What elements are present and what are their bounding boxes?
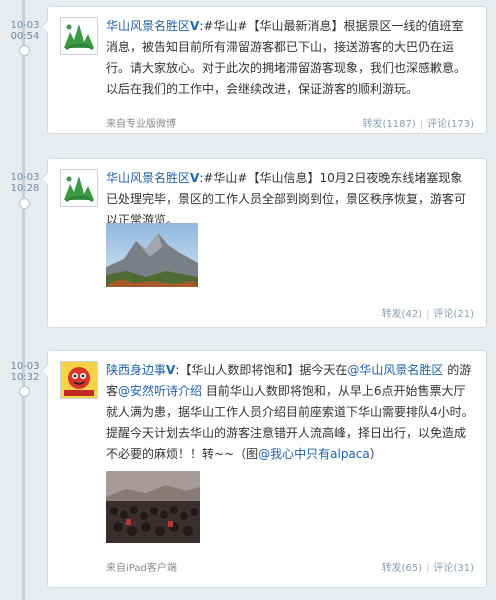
mountain-logo-icon xyxy=(61,18,97,54)
post-timestamp: 10-03 10:28 xyxy=(8,172,42,194)
post-actions: 转发(1187) | 评论(173) xyxy=(362,115,474,130)
post-time: 00:54 xyxy=(10,31,40,42)
verified-badge: V xyxy=(190,19,200,33)
post-actions: 转发(65) | 评论(31) xyxy=(382,559,474,574)
author-link[interactable]: 陕西身边事 xyxy=(106,363,166,377)
repost-button[interactable]: 转发(42) xyxy=(382,309,423,320)
mascot-avatar-icon xyxy=(61,362,97,398)
action-separator: | xyxy=(419,119,424,130)
post-body: :【华山人数即将饱和】据今天在 xyxy=(175,363,348,377)
post-footer: 来自iPad客户端 转发(65) | 评论(31) xyxy=(106,559,474,574)
post-date: 10-03 xyxy=(10,172,40,183)
post-time: 10:28 xyxy=(10,183,40,194)
mention-link[interactable]: @我心中只有alpaca xyxy=(258,447,370,461)
comment-button[interactable]: 评论(173) xyxy=(427,119,474,130)
post-footer: 转发(42) | 评论(21) xyxy=(106,305,474,320)
action-separator: | xyxy=(426,563,430,574)
post-text: 陕西身边事V:【华山人数即将饱和】据今天在@华山风景名胜区 的游客@安然听诗介绍… xyxy=(106,360,474,465)
post-card: 陕西身边事V:【华山人数即将饱和】据今天在@华山风景名胜区 的游客@安然听诗介绍… xyxy=(41,350,487,588)
post-actions: 转发(42) | 评论(21) xyxy=(382,305,474,320)
mountain-logo-icon xyxy=(61,170,97,206)
post-source[interactable]: 来自iPad客户端 xyxy=(106,563,177,574)
repost-button[interactable]: 转发(65) xyxy=(382,563,423,574)
post-photo-crowd[interactable] xyxy=(106,471,200,543)
action-separator: | xyxy=(426,309,430,320)
post-date: 10-03 xyxy=(10,361,40,372)
timeline-dot xyxy=(19,45,30,56)
post-timestamp: 10-03 10:32 xyxy=(8,361,42,383)
post-body: ） xyxy=(369,447,382,461)
timeline-line xyxy=(22,0,25,600)
verified-badge: V xyxy=(190,171,200,185)
mountain-photo-icon xyxy=(106,223,198,287)
post-text: 华山风景名胜区V:#华山#【华山最新消息】根据景区一线的值班室消息，被告知目前所… xyxy=(106,16,474,100)
comment-button[interactable]: 评论(31) xyxy=(433,563,474,574)
mention-link[interactable]: @安然听诗介绍 xyxy=(118,384,202,398)
post-card: 华山风景名胜区V:#华山#【华山最新消息】根据景区一线的值班室消息，被告知目前所… xyxy=(41,6,487,134)
post-time: 10:32 xyxy=(10,372,40,383)
post-footer: 来自专业版微博 转发(1187) | 评论(173) xyxy=(106,115,474,130)
post-timestamp: 10-03 00:54 xyxy=(8,20,42,42)
author-link[interactable]: 华山风景名胜区 xyxy=(106,171,190,185)
author-link[interactable]: 华山风景名胜区 xyxy=(106,19,190,33)
avatar[interactable] xyxy=(60,17,98,55)
verified-badge: V xyxy=(166,363,176,377)
post-text: 华山风景名胜区V:#华山#【华山信息】10月2日夜晚东线堵塞现象已处理完毕，景区… xyxy=(106,168,474,231)
post-source[interactable]: 来自专业版微博 xyxy=(106,119,176,130)
crowd-photo-icon xyxy=(106,471,200,543)
post-date: 10-03 xyxy=(10,20,40,31)
post-photo-mountain[interactable] xyxy=(106,223,198,287)
repost-button[interactable]: 转发(1187) xyxy=(362,119,415,130)
timeline-dot xyxy=(19,198,30,209)
avatar[interactable] xyxy=(60,361,98,399)
comment-button[interactable]: 评论(21) xyxy=(433,309,474,320)
mention-link[interactable]: @华山风景名胜区 xyxy=(347,363,443,377)
timeline-dot xyxy=(19,386,30,397)
post-card: 华山风景名胜区V:#华山#【华山信息】10月2日夜晚东线堵塞现象已处理完毕，景区… xyxy=(41,158,487,328)
avatar[interactable] xyxy=(60,169,98,207)
